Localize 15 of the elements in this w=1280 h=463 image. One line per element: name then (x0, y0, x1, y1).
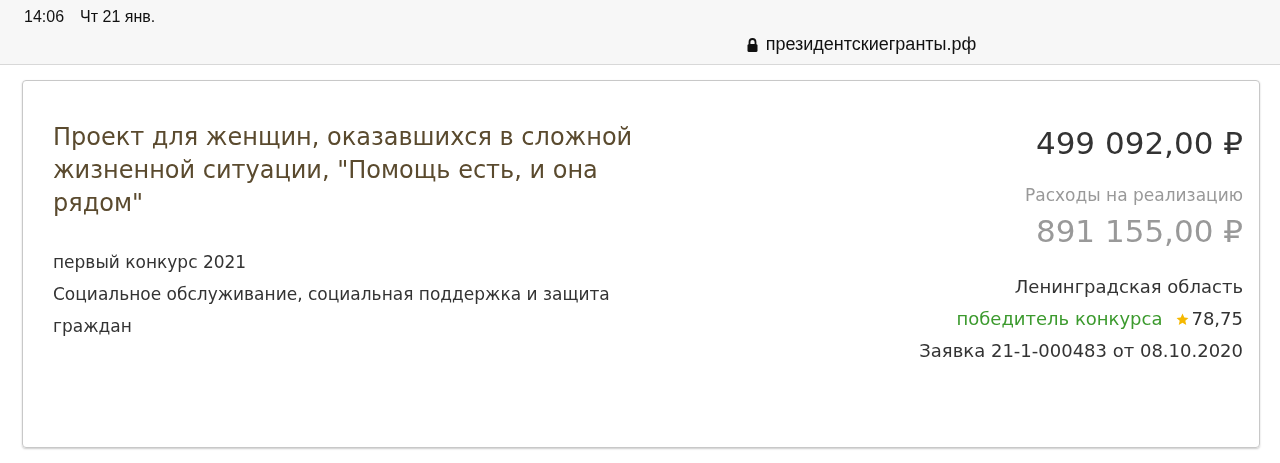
status-time: 14:06 (24, 8, 65, 26)
expenses-amount: 891 155,00 ₽ (1034, 212, 1243, 251)
star-icon (1176, 312, 1190, 326)
region-name: Ленинградская область (1013, 275, 1243, 299)
contest-name: первый конкурс 2021 (53, 251, 248, 274)
address-bar-url[interactable]: президентскиегранты.рф (765, 34, 977, 55)
application-number: Заявка 21-1-000483 от 08.10.2020 (919, 339, 1243, 363)
rating-score: 78,75 (1191, 307, 1243, 331)
lock-icon (746, 37, 758, 52)
project-title[interactable]: Проект для женщин, оказавшихся в сложной жизненной ситуации, "Помощь есть, и она рядом" (53, 121, 653, 220)
status-date: Чт 21 янв. (80, 8, 156, 26)
expenses-label: Расходы на реализацию (1024, 184, 1243, 207)
winner-status: победитель конкурса (956, 307, 1163, 331)
grant-amount: 499 092,00 ₽ (1034, 124, 1243, 163)
project-category: Социальное обслуживание, социальная поддержка и защита граждан (53, 283, 611, 338)
